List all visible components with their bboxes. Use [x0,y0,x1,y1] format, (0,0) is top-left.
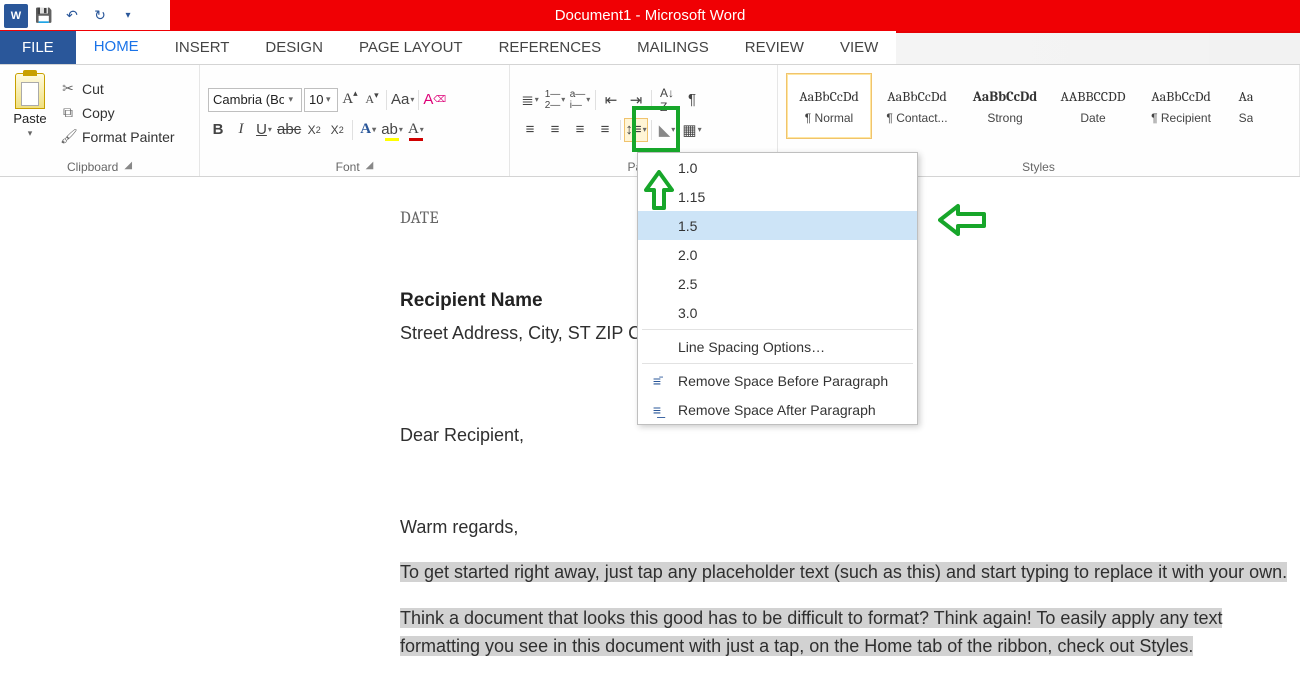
clipboard-icon [15,73,45,109]
line-spacing-2.0[interactable]: 2.0 [638,240,917,269]
shading-button[interactable]: ◣▾ [655,118,679,142]
tab-design[interactable]: DESIGN [247,31,341,64]
quick-access-toolbar: W 💾 ↶ ↻ ▾ [0,0,170,31]
word-logo-icon: W [4,4,28,28]
grow-font-button[interactable]: A▴ [340,88,360,112]
group-label-clipboard: Clipboard [67,160,118,174]
sort-button[interactable]: A↓Z [655,88,679,112]
increase-indent-button[interactable]: ⇥ [624,88,648,112]
qat-customize-button[interactable]: ▾ [116,4,140,28]
line-spacing-1.15[interactable]: 1.15 [638,182,917,211]
chevron-down-icon: ▾ [323,94,333,105]
paste-button[interactable]: Paste ▾ [8,69,52,156]
numbering-button[interactable]: 1―2―▾ [543,88,567,112]
remove-space-after[interactable]: ≡̲ Remove Space After Paragraph [638,395,917,424]
multilevel-button[interactable]: a―i―▾ [568,88,592,112]
style-strong[interactable]: AaBbCcDd Strong [962,73,1048,139]
font-name-combo[interactable]: Cambria (Boc▾ [208,88,302,112]
field-salutation[interactable]: Dear Recipient, [400,422,1300,450]
ribbon-tabs: FILE HOME INSERT DESIGN PAGE LAYOUT REFE… [0,31,1300,65]
cut-button[interactable]: ✂Cut [60,78,175,100]
line-spacing-1.0[interactable]: 1.0 [638,153,917,182]
align-center-button[interactable]: ≡ [543,118,567,142]
strikethrough-button[interactable]: abc [277,118,301,142]
clipboard-dialog-launcher[interactable]: ◢ [124,160,132,174]
clear-formatting-button[interactable]: A⌫ [423,88,446,112]
style-date[interactable]: AABBCCDD Date [1050,73,1136,139]
line-spacing-options[interactable]: Line Spacing Options… [638,332,917,361]
redo-button[interactable]: ↻ [88,4,112,28]
tab-review[interactable]: REVIEW [727,31,822,64]
remove-space-before-icon: ≡̄ [646,373,668,389]
underline-button[interactable]: U▾ [254,118,274,142]
window-title: Document1 - Microsoft Word [555,7,746,24]
tab-view[interactable]: VIEW [822,31,896,64]
styles-gallery[interactable]: AaBbCcDd ¶ Normal AaBbCcDd ¶ Contact... … [786,73,1266,156]
highlight-button[interactable]: ab▾ [381,118,403,142]
remove-space-after-icon: ≡̲ [646,402,668,418]
italic-button[interactable]: I [231,118,251,142]
doc-paragraph-2[interactable]: Think a document that looks this good ha… [400,605,1300,661]
copy-button[interactable]: ⧉Copy [60,102,175,124]
annotation-arrow-left [938,203,986,237]
style-more[interactable]: Aa Sa [1226,73,1266,139]
tab-insert[interactable]: INSERT [157,31,248,64]
change-case-button[interactable]: Aa▾ [391,88,414,112]
style-recipient[interactable]: AaBbCcDd ¶ Recipient [1138,73,1224,139]
remove-space-before[interactable]: ≡̄ Remove Space Before Paragraph [638,366,917,395]
group-label-font: Font [336,160,360,174]
group-font: Cambria (Boc▾ 10▾ A▴ A▾ Aa▾ A⌫ B I U▾ ab… [200,65,510,176]
align-right-button[interactable]: ≡ [568,118,592,142]
group-clipboard: Paste ▾ ✂Cut ⧉Copy 🖌Format Painter Clipb… [0,65,200,176]
font-size-combo[interactable]: 10▾ [304,88,338,112]
style-normal[interactable]: AaBbCcDd ¶ Normal [786,73,872,139]
title-bar: W 💾 ↶ ↻ ▾ Document1 - Microsoft Word [0,0,1300,31]
copy-icon: ⧉ [60,104,76,121]
bullets-button[interactable]: ≣▾ [518,88,542,112]
doc-paragraph-1[interactable]: To get started right away, just tap any … [400,559,1300,587]
borders-button[interactable]: ▦▾ [680,118,704,142]
style-contact[interactable]: AaBbCcDd ¶ Contact... [874,73,960,139]
format-painter-button[interactable]: 🖌Format Painter [60,126,175,148]
line-spacing-button[interactable]: ↕≡▾ [624,118,648,142]
text-effects-button[interactable]: A▾ [358,118,378,142]
tab-mailings[interactable]: MAILINGS [619,31,727,64]
save-button[interactable]: 💾 [32,4,56,28]
line-spacing-menu: 1.0 1.15 1.5 2.0 2.5 3.0 Line Spacing Op… [637,152,918,425]
tab-references[interactable]: REFERENCES [481,31,620,64]
superscript-button[interactable]: X2 [327,118,347,142]
line-spacing-1.5[interactable]: 1.5 [638,211,917,240]
tab-page-layout[interactable]: PAGE LAYOUT [341,31,481,64]
paste-label: Paste [13,111,46,126]
tab-home[interactable]: HOME [76,31,157,64]
line-spacing-3.0[interactable]: 3.0 [638,298,917,327]
shrink-font-button[interactable]: A▾ [362,88,382,112]
tab-file[interactable]: FILE [0,31,76,64]
field-closing[interactable]: Warm regards, [400,514,1300,542]
annotation-arrow-up [644,170,674,210]
paintbrush-icon: 🖌 [60,128,76,145]
bold-button[interactable]: B [208,118,228,142]
show-marks-button[interactable]: ¶ [680,88,704,112]
decrease-indent-button[interactable]: ⇤ [599,88,623,112]
font-color-button[interactable]: A▾ [406,118,426,142]
font-dialog-launcher[interactable]: ◢ [366,160,374,174]
group-label-styles: Styles [1022,160,1055,174]
justify-button[interactable]: ≡ [593,118,617,142]
chevron-down-icon: ▾ [284,94,297,105]
subscript-button[interactable]: X2 [304,118,324,142]
scissors-icon: ✂ [60,80,76,97]
align-left-button[interactable]: ≡ [518,118,542,142]
line-spacing-2.5[interactable]: 2.5 [638,269,917,298]
undo-button[interactable]: ↶ [60,4,84,28]
